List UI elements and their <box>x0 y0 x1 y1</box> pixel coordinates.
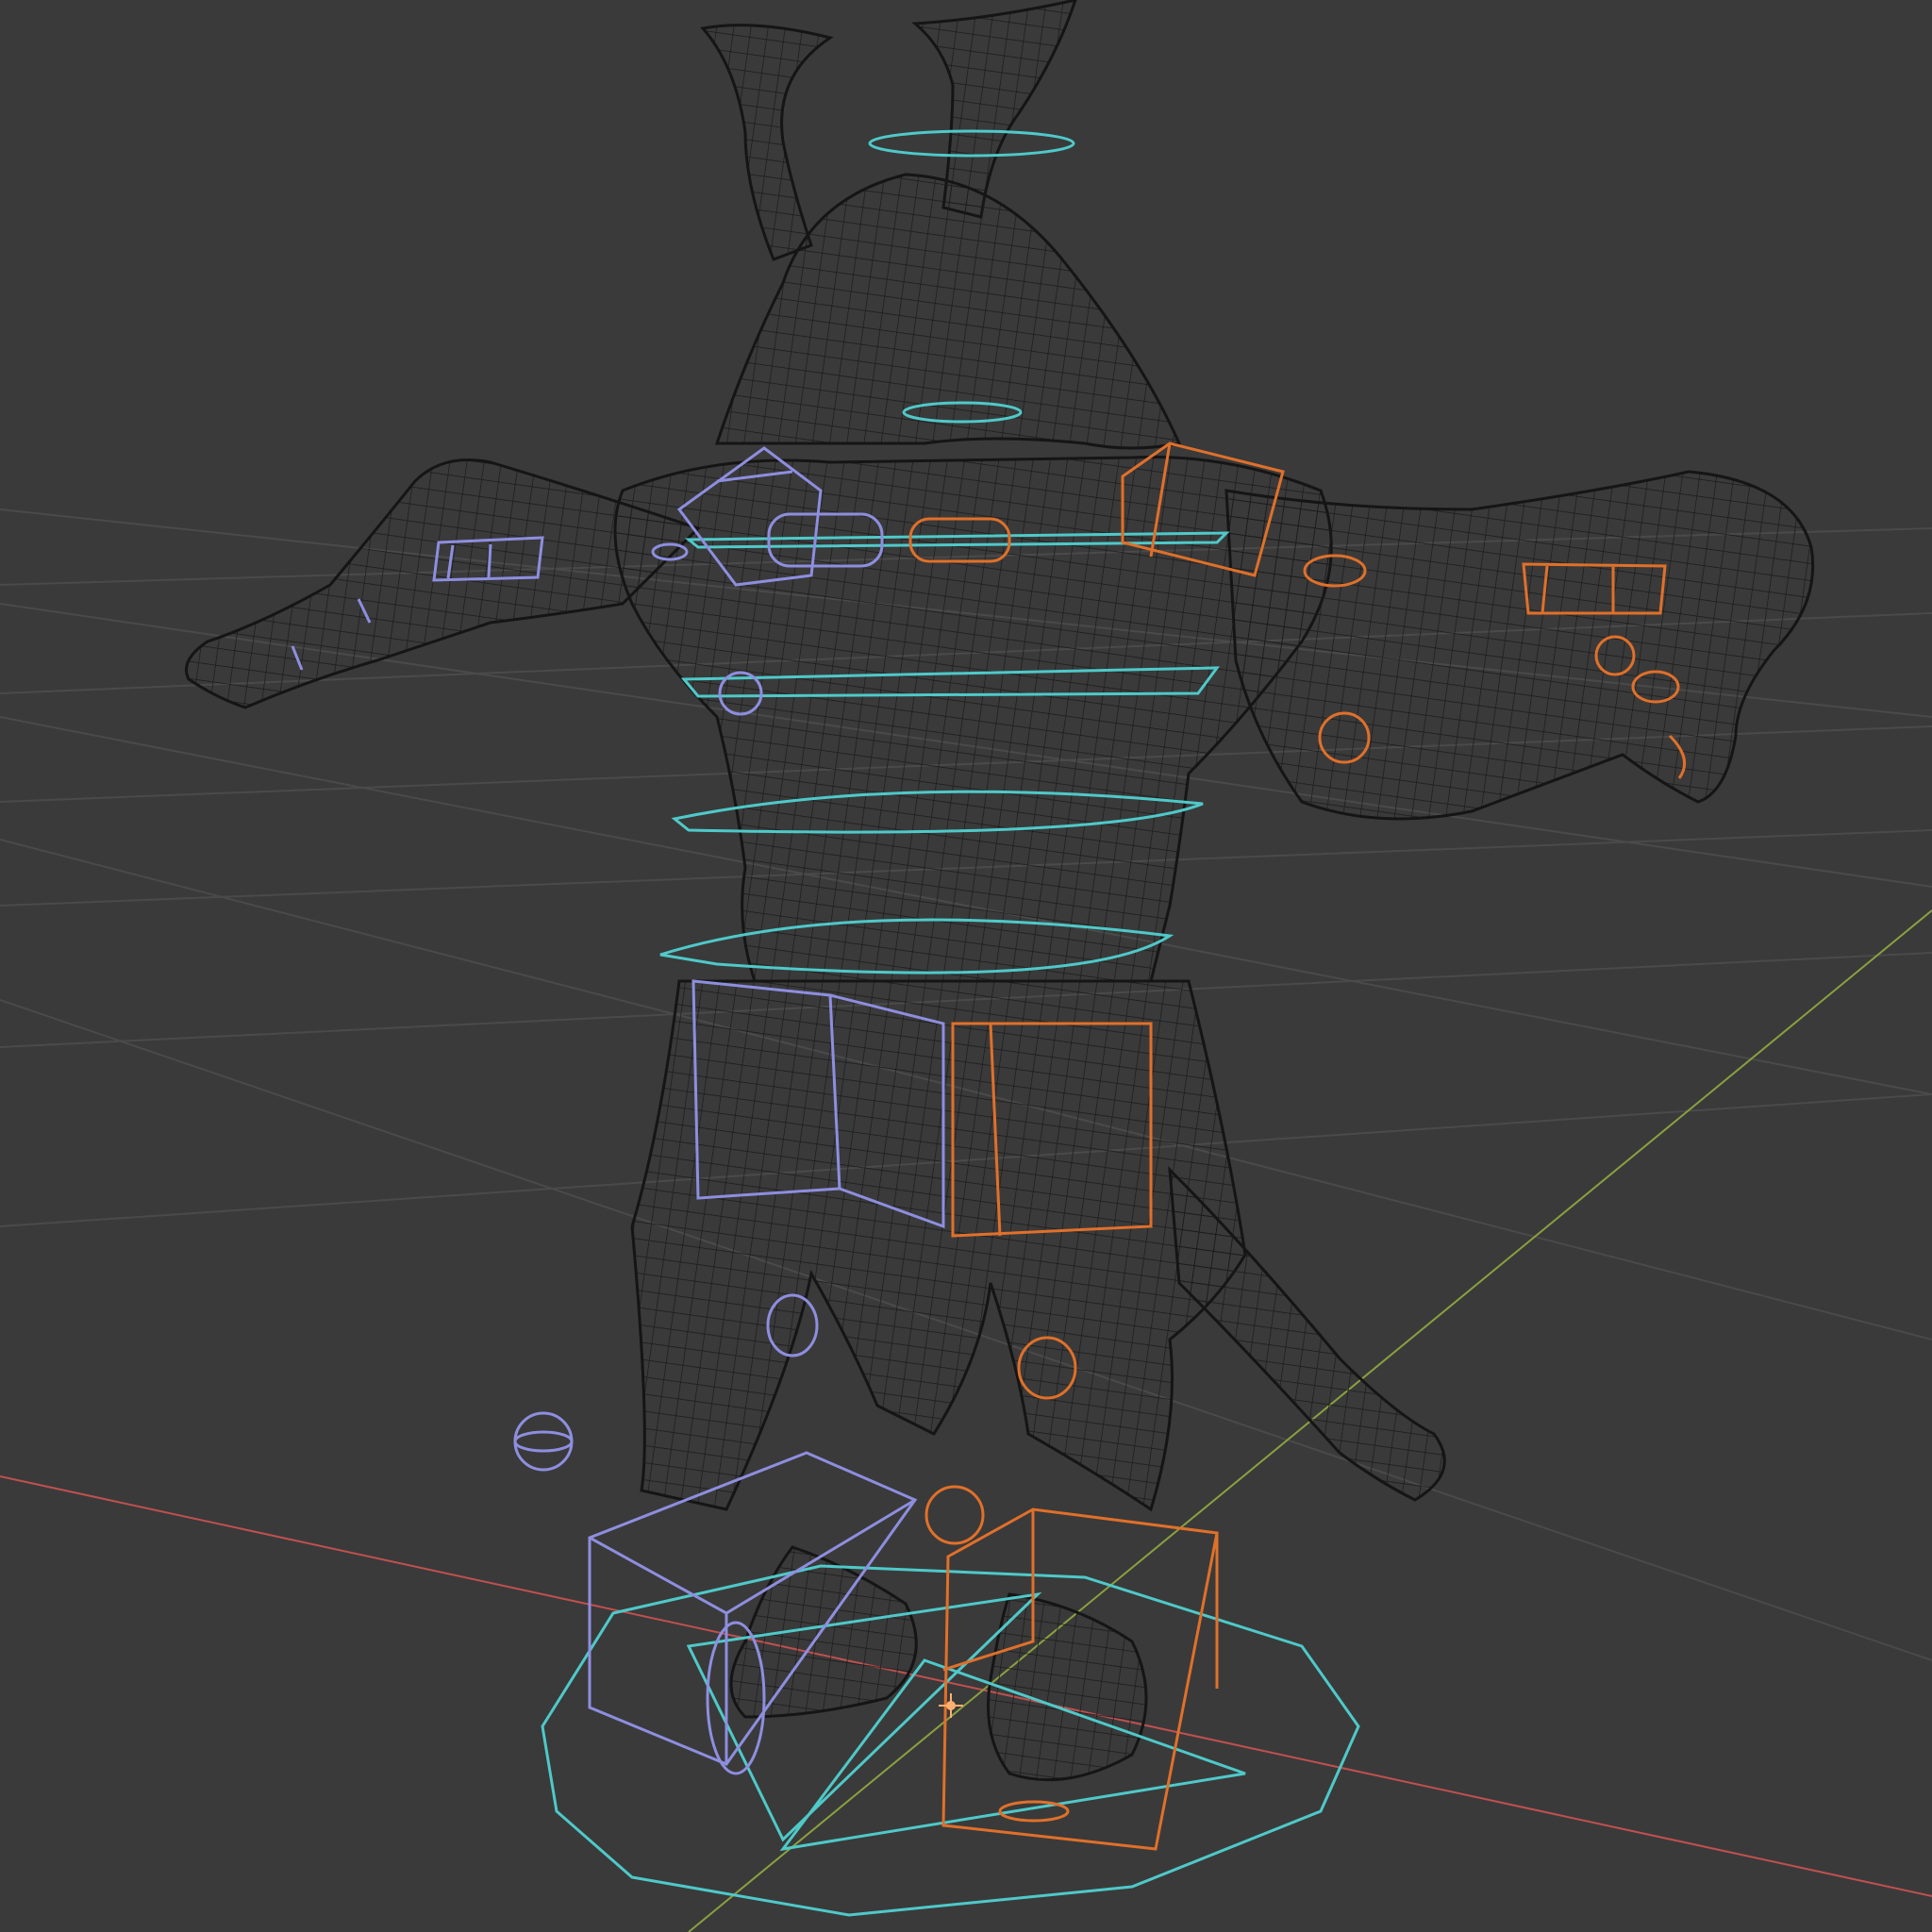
left-leg-ik-target[interactable] <box>513 1411 574 1472</box>
3d-cursor[interactable] <box>939 1693 963 1718</box>
character-mesh[interactable] <box>185 0 1815 1782</box>
viewport-canvas[interactable] <box>0 0 1932 1932</box>
root-control[interactable] <box>541 1564 1360 1917</box>
left-leg-ik-ring[interactable] <box>513 1430 574 1453</box>
3d-viewport[interactable] <box>0 0 1932 1932</box>
right-leg-ik-target[interactable] <box>924 1485 985 1545</box>
x-axis-line <box>0 1475 1932 1897</box>
